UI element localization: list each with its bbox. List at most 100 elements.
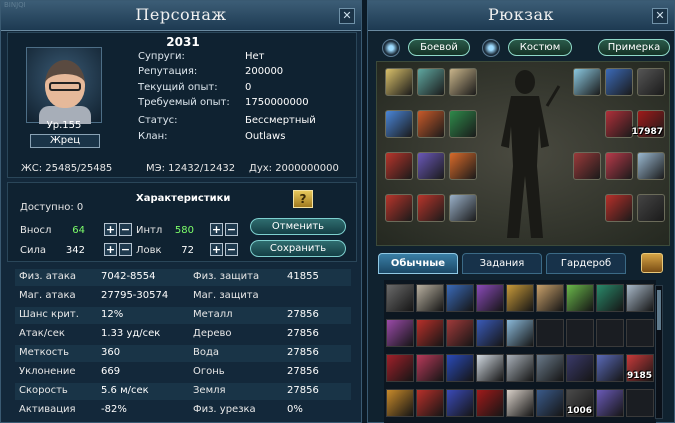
inventory-grid: 9185 1006 xyxy=(384,280,656,423)
inventory-slot[interactable]: 9185 xyxy=(626,354,654,382)
character-titlebar[interactable]: BINJQI Персонаж ✕ xyxy=(1,1,361,31)
plus-button[interactable]: + xyxy=(104,223,117,236)
inventory-slot[interactable] xyxy=(536,389,564,417)
inventory-slot[interactable] xyxy=(596,319,624,347)
inventory-slot[interactable] xyxy=(446,319,474,347)
stat-label: Огонь xyxy=(193,366,225,377)
inventory-slot[interactable] xyxy=(566,319,594,347)
inventory-slot[interactable] xyxy=(506,389,534,417)
equipment-slot[interactable] xyxy=(605,68,633,96)
inventory-slot[interactable] xyxy=(386,389,414,417)
equipment-slot[interactable] xyxy=(637,194,665,222)
inventory-slot[interactable] xyxy=(506,284,534,312)
stat-value: 7042-8554 xyxy=(101,271,156,282)
save-button[interactable]: Сохранить xyxy=(250,240,346,257)
inventory-slot[interactable] xyxy=(416,389,444,417)
battle-tab[interactable]: Боевой xyxy=(408,39,470,56)
inventory-slot[interactable] xyxy=(416,354,444,382)
inventory-slot[interactable] xyxy=(476,354,504,382)
close-icon[interactable]: ✕ xyxy=(339,8,355,24)
tab-regular[interactable]: Обычные xyxy=(378,253,458,274)
attr-label: Ловк xyxy=(136,245,162,256)
equipment-slot[interactable] xyxy=(637,152,665,180)
inventory-slot[interactable] xyxy=(596,354,624,382)
tab-quests[interactable]: Задания xyxy=(462,253,542,274)
inventory-slot[interactable] xyxy=(386,354,414,382)
tab-wardrobe[interactable]: Гардероб xyxy=(546,253,626,274)
inventory-slot[interactable] xyxy=(626,389,654,417)
inventory-slot[interactable] xyxy=(536,284,564,312)
equipment-slot[interactable] xyxy=(573,68,601,96)
backpack-titlebar[interactable]: Рюкзак ✕ xyxy=(368,1,674,31)
plus-button[interactable]: + xyxy=(210,223,223,236)
inventory-slot[interactable] xyxy=(446,354,474,382)
equipment-slot[interactable] xyxy=(449,194,477,222)
equipment-slot[interactable] xyxy=(417,68,445,96)
equipment-slot[interactable] xyxy=(417,110,445,138)
cancel-button[interactable]: Отменить xyxy=(250,218,346,235)
inventory-slot[interactable] xyxy=(386,319,414,347)
equipment-slot[interactable] xyxy=(605,110,633,138)
minus-button[interactable]: − xyxy=(225,243,238,256)
inventory-slot[interactable] xyxy=(506,354,534,382)
minus-button[interactable]: − xyxy=(119,223,132,236)
attr-value: 342 xyxy=(65,245,85,256)
inventory-slot[interactable] xyxy=(596,284,624,312)
inventory-slot[interactable] xyxy=(446,389,474,417)
equipment-slot[interactable] xyxy=(637,68,665,96)
attributes-block: Характеристики ? Доступно: 0 Вносл 64 + … xyxy=(7,182,357,262)
minus-button[interactable]: − xyxy=(119,243,132,256)
minus-button[interactable]: − xyxy=(225,223,238,236)
plus-button[interactable]: + xyxy=(210,243,223,256)
inventory-slot[interactable] xyxy=(386,284,414,312)
inventory-slot[interactable] xyxy=(506,319,534,347)
inventory-slot[interactable] xyxy=(416,319,444,347)
equipment-slot[interactable] xyxy=(449,68,477,96)
inventory-slot[interactable] xyxy=(476,284,504,312)
inventory-slot[interactable] xyxy=(566,354,594,382)
chest-icon[interactable] xyxy=(641,253,663,273)
gear-icon[interactable] xyxy=(382,39,400,57)
equipment-slot[interactable] xyxy=(417,194,445,222)
inventory-slot[interactable] xyxy=(536,354,564,382)
info-row-clan: Клан: Outlaws xyxy=(138,131,358,145)
equipment-slot[interactable] xyxy=(573,194,601,222)
gear-icon[interactable] xyxy=(482,39,500,57)
inventory-slot[interactable]: 1006 xyxy=(566,389,594,417)
inventory-slot[interactable] xyxy=(476,389,504,417)
equipment-slot[interactable] xyxy=(385,194,413,222)
tryon-button[interactable]: Примерка xyxy=(598,39,670,56)
costume-tab[interactable]: Костюм xyxy=(508,39,572,56)
inventory-slot[interactable] xyxy=(416,284,444,312)
inventory-scrollbar[interactable] xyxy=(655,285,663,419)
inventory-slot[interactable] xyxy=(626,319,654,347)
inventory-slot[interactable] xyxy=(536,319,564,347)
item-count: 17987 xyxy=(631,127,663,137)
close-icon[interactable]: ✕ xyxy=(652,8,668,24)
equipment-slot[interactable] xyxy=(605,152,633,180)
equipment-slot[interactable]: 17987 xyxy=(632,110,665,138)
scrollbar-thumb[interactable] xyxy=(657,290,661,330)
equipment-slot[interactable] xyxy=(573,110,601,138)
stat-value: 27856 xyxy=(287,366,319,377)
character-class-button[interactable]: Жрец xyxy=(30,134,100,148)
equipment-slot[interactable] xyxy=(449,152,477,180)
inventory-slot[interactable] xyxy=(626,284,654,312)
plus-button[interactable]: + xyxy=(104,243,117,256)
attributes-title: Характеристики xyxy=(136,193,231,204)
equipment-slot[interactable] xyxy=(449,110,477,138)
equipment-slot[interactable] xyxy=(605,194,633,222)
stat-label: Скорость xyxy=(19,385,68,396)
inventory-slot[interactable] xyxy=(596,389,624,417)
equipment-slot[interactable] xyxy=(385,68,413,96)
inventory-slot[interactable] xyxy=(476,319,504,347)
equipment-slot[interactable] xyxy=(385,152,413,180)
info-label: Супруги: xyxy=(138,51,185,62)
inventory-slot[interactable] xyxy=(566,284,594,312)
inventory-slot[interactable] xyxy=(446,284,474,312)
equipment-slot[interactable] xyxy=(385,110,413,138)
equipment-slot[interactable] xyxy=(417,152,445,180)
help-button[interactable]: ? xyxy=(293,190,313,208)
equipment-slot[interactable] xyxy=(573,152,601,180)
attr-label: Сила xyxy=(20,245,47,256)
